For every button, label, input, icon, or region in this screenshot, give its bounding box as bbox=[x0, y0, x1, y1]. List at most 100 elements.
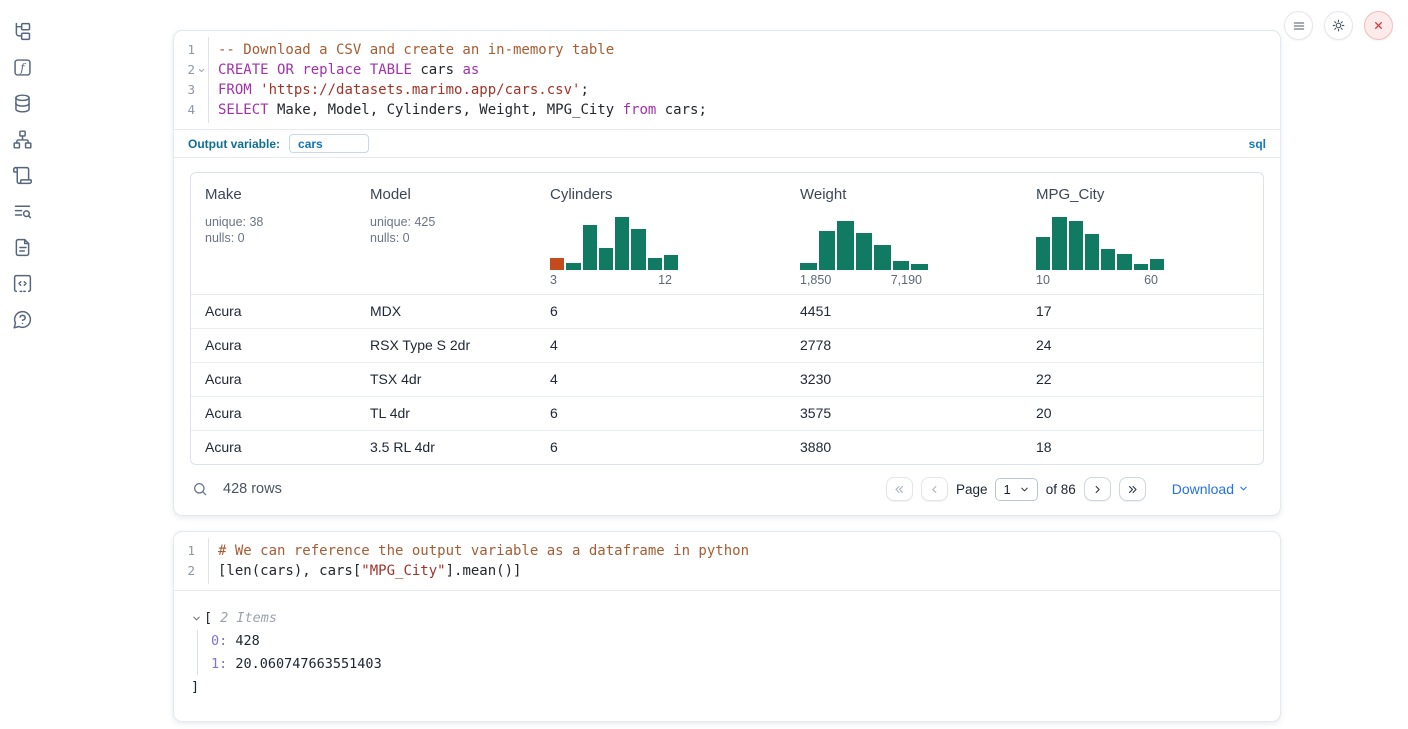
fold-spacer bbox=[195, 565, 208, 577]
histogram-bar bbox=[615, 217, 629, 270]
fold-spacer bbox=[195, 84, 208, 96]
code-text: [len(cars), cars["MPG_City"].mean()] bbox=[208, 561, 521, 581]
column-stats: unique: 425nulls: 0 bbox=[370, 214, 522, 246]
search-icon[interactable] bbox=[192, 480, 210, 498]
item-index: 0: bbox=[211, 633, 227, 649]
fold-spacer bbox=[195, 44, 208, 56]
column-name: Make bbox=[205, 186, 342, 203]
histogram-bar bbox=[583, 225, 597, 270]
axis-max-label: 12 bbox=[658, 273, 672, 287]
sql-code-editor[interactable]: 1-- Download a CSV and create an in-memo… bbox=[174, 31, 1280, 129]
table-cell: Acura bbox=[191, 363, 356, 396]
sidebar-documentation-icon[interactable] bbox=[12, 237, 33, 258]
sidebar-file-explorer-icon[interactable] bbox=[12, 21, 33, 42]
table-row[interactable]: AcuraRSX Type S 2dr4277824 bbox=[191, 329, 1263, 363]
notebook-content: 1 -- Download a CSV and create an in-memo… bbox=[173, 0, 1281, 722]
column-header-Make[interactable]: Makeunique: 38nulls: 0 bbox=[191, 173, 356, 295]
histogram-bar bbox=[856, 233, 873, 270]
code-line[interactable]: 1-- Download a CSV and create an in-memo… bbox=[174, 40, 1280, 60]
table-row[interactable]: Acura3.5 RL 4dr6388018 bbox=[191, 431, 1263, 464]
column-header-MPG_City[interactable]: MPG_City1060 bbox=[1022, 173, 1263, 295]
table-row[interactable]: AcuraMDX6445117 bbox=[191, 295, 1263, 329]
list-item: 1: 20.060747663551403 bbox=[211, 653, 1264, 676]
sidebar-datasources-icon[interactable] bbox=[12, 93, 33, 114]
table-cell: 22 bbox=[1022, 363, 1263, 396]
item-index: 1: bbox=[211, 656, 227, 672]
line-number: 2 bbox=[174, 561, 208, 581]
output-variable-input[interactable] bbox=[289, 134, 369, 153]
sidebar-scratchpad-icon[interactable] bbox=[12, 165, 33, 186]
code-line[interactable]: 2[len(cars), cars["MPG_City"].mean()] bbox=[174, 561, 1280, 581]
code-line[interactable]: 1# We can reference the output variable … bbox=[174, 541, 1280, 561]
item-value: 20.060747663551403 bbox=[227, 656, 381, 672]
chevron-down-icon bbox=[1019, 484, 1030, 495]
code-line[interactable]: 2CREATE OR replace TABLE cars as bbox=[174, 60, 1280, 80]
menu-button[interactable] bbox=[1284, 11, 1313, 40]
sidebar-logs-icon[interactable] bbox=[12, 201, 33, 222]
histogram-bar bbox=[566, 263, 580, 270]
code-text: -- Download a CSV and create an in-memor… bbox=[208, 40, 614, 60]
histogram-bar bbox=[911, 264, 928, 270]
first-page-button[interactable] bbox=[886, 477, 913, 501]
collapse-chevron-icon[interactable] bbox=[191, 613, 204, 624]
output-variable-bar: Output variable: sql bbox=[174, 129, 1280, 158]
code-text: SELECT Make, Model, Cylinders, Weight, M… bbox=[208, 100, 707, 120]
table-cell: 6 bbox=[536, 397, 786, 430]
python-code-editor[interactable]: 1# We can reference the output variable … bbox=[174, 532, 1280, 590]
table-cell: Acura bbox=[191, 329, 356, 362]
column-name: Model bbox=[370, 186, 522, 203]
column-histogram: 312 bbox=[550, 217, 678, 287]
histogram-bar bbox=[1036, 237, 1050, 270]
axis-max-label: 60 bbox=[1144, 273, 1158, 287]
table-cell: 6 bbox=[536, 431, 786, 464]
histogram-bar bbox=[648, 258, 662, 270]
shutdown-button[interactable] bbox=[1364, 11, 1393, 40]
table-cell: 17 bbox=[1022, 295, 1263, 328]
item-value: 428 bbox=[227, 633, 260, 649]
items-count-label: 2 Items bbox=[220, 608, 277, 628]
language-badge: sql bbox=[1249, 137, 1266, 151]
next-page-button[interactable] bbox=[1084, 477, 1111, 501]
sidebar-variables-icon[interactable]: f bbox=[12, 57, 33, 78]
table-row[interactable]: AcuraTSX 4dr4323022 bbox=[191, 363, 1263, 397]
axis-max-label: 7,190 bbox=[891, 273, 922, 287]
sidebar-dependency-graph-icon[interactable] bbox=[12, 129, 33, 150]
histogram-bar bbox=[1117, 254, 1131, 270]
histogram-bar bbox=[550, 258, 564, 270]
table-cell: 4 bbox=[536, 329, 786, 362]
code-line[interactable]: 4SELECT Make, Model, Cylinders, Weight, … bbox=[174, 100, 1280, 120]
notebook-actions bbox=[1284, 11, 1393, 40]
fold-chevron-icon[interactable] bbox=[195, 64, 208, 76]
table-row[interactable]: AcuraTL 4dr6357520 bbox=[191, 397, 1263, 431]
prev-page-button[interactable] bbox=[921, 477, 948, 501]
sidebar-snippets-icon[interactable] bbox=[12, 273, 33, 294]
histogram-bars bbox=[1036, 217, 1164, 270]
code-text: # We can reference the output variable a… bbox=[208, 541, 749, 561]
axis-min-label: 10 bbox=[1036, 273, 1050, 287]
code-line[interactable]: 3FROM 'https://datasets.marimo.app/cars.… bbox=[174, 80, 1280, 100]
line-number: 1 bbox=[174, 541, 208, 561]
histogram-bar bbox=[1101, 249, 1115, 270]
column-header-Model[interactable]: Model unique: 425nulls: 0 bbox=[356, 173, 536, 295]
histogram-bar bbox=[1069, 221, 1083, 270]
download-label: Download bbox=[1172, 481, 1234, 497]
sidebar-help-icon[interactable] bbox=[12, 309, 33, 330]
histogram-bar bbox=[1052, 217, 1066, 270]
column-header-Cylinders[interactable]: Cylinders 312 bbox=[536, 173, 786, 295]
column-histogram: 1,850 7,190 bbox=[800, 217, 928, 287]
table-body: AcuraMDX6445117AcuraRSX Type S 2dr427782… bbox=[191, 295, 1263, 464]
column-header-Weight[interactable]: Weight1,8507,190 bbox=[786, 173, 1022, 295]
output-variable-label: Output variable: bbox=[188, 137, 280, 151]
settings-button[interactable] bbox=[1324, 11, 1353, 40]
table-cell: 4451 bbox=[786, 295, 1022, 328]
last-page-button[interactable] bbox=[1119, 477, 1146, 501]
histogram-bar bbox=[664, 255, 678, 270]
axis-min-label: 1,850 bbox=[800, 273, 831, 287]
line-number: 3 bbox=[174, 80, 208, 100]
page-select[interactable]: 1 bbox=[995, 478, 1037, 501]
histogram-bar bbox=[819, 231, 836, 270]
code-text: FROM 'https://datasets.marimo.app/cars.c… bbox=[208, 80, 589, 100]
sql-cell-output: Makeunique: 38nulls: 0 Model unique: 425nu… bbox=[174, 158, 1280, 515]
column-name: Cylinders bbox=[550, 186, 772, 203]
download-button[interactable]: Download bbox=[1172, 481, 1249, 497]
